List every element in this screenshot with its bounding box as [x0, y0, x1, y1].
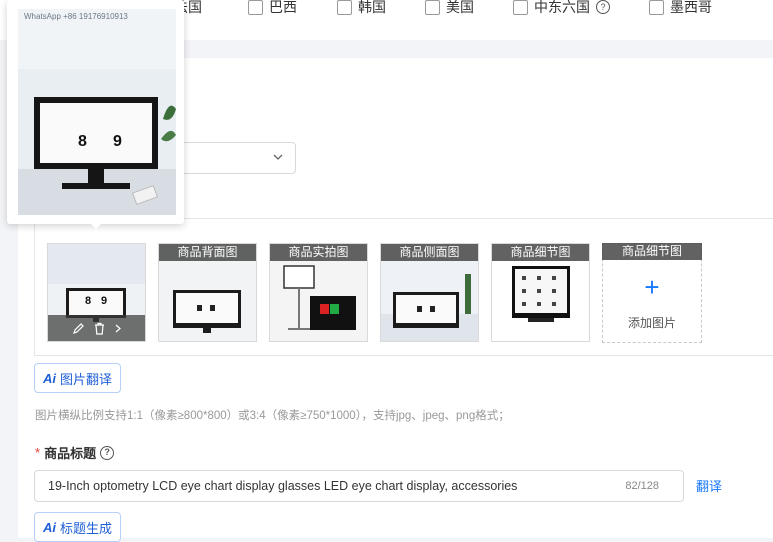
eye-chart-digit: 8: [78, 133, 87, 150]
country-option-usa[interactable]: 美国: [425, 0, 474, 17]
ai-icon: Ai: [43, 519, 56, 535]
chevron-right-icon[interactable]: [114, 322, 122, 335]
plus-icon: +: [644, 272, 660, 302]
add-image-label: 添加图片: [627, 316, 676, 330]
eye-chart-digit: 8: [85, 295, 92, 307]
thumbnail-label: 商品侧面图: [381, 244, 478, 261]
country-label: 美国: [446, 0, 474, 15]
image-preview-popover: WhatsApp +86 19176910913 8 9: [7, 0, 184, 224]
country-label: 中东六国: [534, 0, 590, 15]
add-image-button[interactable]: 商品细节图 + 添加图片: [602, 243, 702, 343]
ai-icon: Ai: [43, 370, 56, 386]
eye-chart-digit: 9: [101, 295, 108, 307]
product-title-label: * 商品标题 ?: [35, 443, 115, 462]
image-translate-button[interactable]: Ai 图片翻译: [34, 363, 122, 393]
char-counter: 82/128: [625, 480, 659, 492]
product-title-input[interactable]: 19-Inch optometry LCD eye chart display …: [34, 470, 684, 502]
country-label: 巴西: [269, 0, 297, 15]
country-option-brazil[interactable]: 巴西: [248, 0, 297, 17]
chevron-down-icon: [273, 154, 283, 160]
delete-icon[interactable]: [93, 322, 106, 335]
eye-chart-digit: 9: [113, 133, 122, 150]
edit-icon[interactable]: [72, 322, 85, 335]
thumbnail-label: 商品细节图: [492, 244, 589, 261]
country-option-middle-east[interactable]: 中东六国 ?: [513, 0, 610, 17]
product-image-real[interactable]: 商品实拍图: [269, 243, 368, 342]
label-text: 商品标题: [44, 446, 97, 461]
popover-arrow: [89, 222, 103, 229]
button-label: 标题生成: [60, 520, 113, 536]
thumbnail-label: 商品实拍图: [270, 244, 367, 261]
thumbnail-actions: [48, 315, 145, 341]
checkbox[interactable]: [649, 0, 664, 15]
help-icon[interactable]: ?: [100, 445, 115, 460]
help-icon[interactable]: ?: [596, 0, 610, 14]
preview-image: WhatsApp +86 19176910913 8 9: [18, 9, 176, 215]
country-label: 韩国: [358, 0, 386, 15]
whatsapp-watermark: WhatsApp +86 19176910913: [24, 12, 128, 21]
product-image-side[interactable]: 商品侧面图: [380, 243, 479, 342]
image-requirement-hint: 图片横纵比例支持1:1（像素≥800*800）或3:4（像素≥750*1000）…: [35, 410, 510, 422]
title-value[interactable]: 19-Inch optometry LCD eye chart display …: [48, 479, 517, 493]
checkbox[interactable]: [425, 0, 440, 15]
country-label: 墨西哥: [670, 0, 712, 15]
product-image-detail[interactable]: 商品细节图: [491, 243, 590, 342]
country-option-mexico[interactable]: 墨西哥: [649, 0, 712, 17]
checkbox[interactable]: [337, 0, 352, 15]
thumbnail-label: 商品背面图: [159, 244, 256, 261]
thumbnail-label: 商品细节图: [602, 243, 702, 260]
checkbox[interactable]: [513, 0, 528, 15]
monitor-image: [18, 9, 176, 215]
required-mark: *: [35, 445, 41, 460]
button-label: 图片翻译: [60, 371, 113, 387]
product-image-back[interactable]: 商品背面图: [158, 243, 257, 342]
product-image-main[interactable]: 8 9: [47, 243, 146, 342]
country-option-korea[interactable]: 韩国: [337, 0, 386, 17]
translate-title-link[interactable]: 翻译: [696, 476, 722, 495]
checkbox[interactable]: [248, 0, 263, 15]
